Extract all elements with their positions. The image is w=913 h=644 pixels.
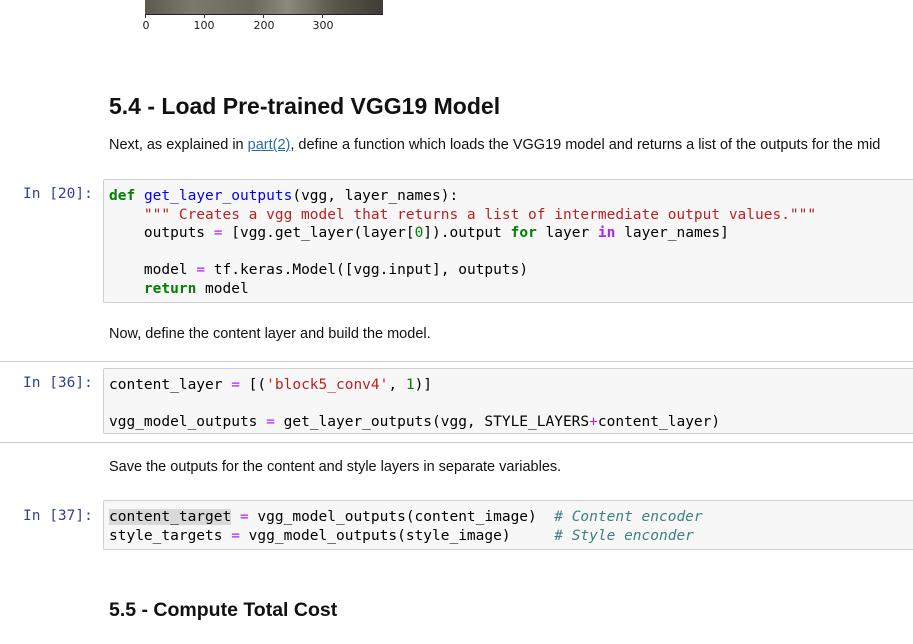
paragraph-text: Next, as explained in	[109, 137, 248, 153]
section-heading-5-5: 5.5 - Compute Total Cost	[109, 599, 338, 621]
output-image-plot	[145, 0, 383, 15]
plot-tick-label: 100	[193, 19, 215, 32]
cell-divider	[0, 442, 913, 443]
plot-tick	[322, 14, 323, 18]
code-editor[interactable]: content_target = vgg_model_outputs(conte…	[109, 508, 703, 545]
section-heading-5-4: 5.4 - Load Pre-trained VGG19 Model	[109, 93, 501, 119]
cell-prompt: In [20]:	[23, 186, 93, 202]
code-cell-37[interactable]: content_target = vgg_model_outputs(conte…	[103, 500, 913, 550]
plot-tick	[145, 14, 146, 18]
cell-prompt: In [37]:	[23, 508, 93, 524]
part-2-link[interactable]: part(2)	[248, 137, 291, 153]
plot-tick-label: 0	[142, 19, 150, 32]
code-editor[interactable]: def get_layer_outputs(vgg, layer_names):…	[109, 187, 816, 298]
code-cell-20[interactable]: def get_layer_outputs(vgg, layer_names):…	[103, 179, 913, 303]
markdown-paragraph: Next, as explained in part(2), define a …	[109, 137, 880, 153]
code-cell-36[interactable]: content_layer = [('block5_conv4', 1)] vg…	[103, 368, 913, 434]
markdown-paragraph: Save the outputs for the content and sty…	[109, 459, 562, 475]
cell-divider	[0, 361, 913, 362]
plot-tick-label: 300	[312, 19, 334, 32]
markdown-paragraph: Now, define the content layer and build …	[109, 326, 431, 342]
plot-tick	[263, 14, 264, 18]
plot-tick-label: 200	[253, 19, 275, 32]
code-editor[interactable]: content_layer = [('block5_conv4', 1)] vg…	[109, 376, 720, 432]
plot-tick	[204, 14, 205, 18]
paragraph-text: , define a function which loads the VGG1…	[290, 137, 881, 153]
cell-prompt: In [36]:	[23, 375, 93, 391]
